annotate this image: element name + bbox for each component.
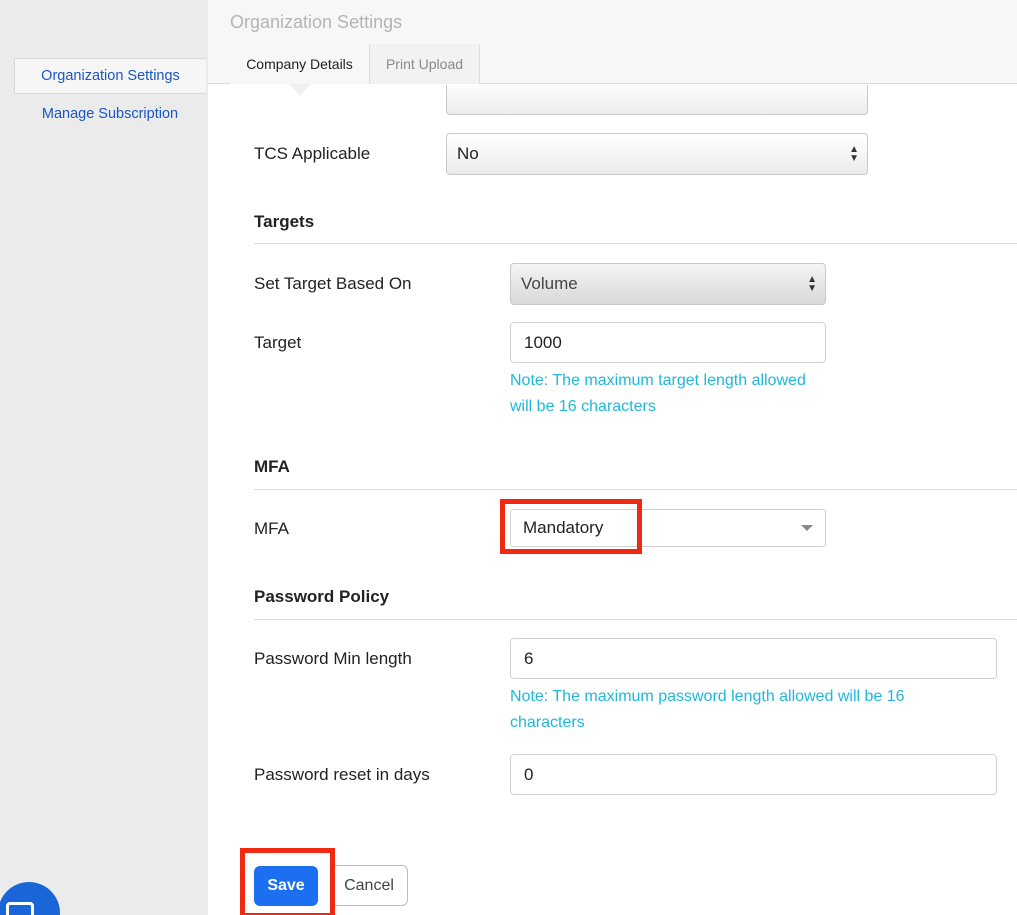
mfa-highlight-box [500,499,642,554]
divider [254,489,1017,490]
password-min-length-label: Password Min length [254,649,412,668]
chat-button[interactable] [0,882,60,915]
tab-print-upload[interactable]: Print Upload [370,44,480,84]
header: Organization Settings Company Details Pr… [208,0,1017,84]
sidebar-item-organization-settings[interactable]: Organization Settings [14,58,206,94]
page-title: Organization Settings [230,12,403,32]
cancel-button[interactable]: Cancel [330,865,408,906]
settings-form: TCS Applicable No ▲ ▼ Targets Set Target … [208,85,1017,915]
sidebar-item-manage-subscription[interactable]: Manage Subscription [14,96,206,132]
target-label: Target [254,333,302,352]
password-min-length-input[interactable]: 6 [510,638,997,679]
password-reset-days-value: 0 [524,764,534,784]
tcs-value: No [457,144,479,163]
password-length-note: Note: The maximum password length allowe… [510,688,905,731]
scrolled-field[interactable] [446,85,868,115]
targets-heading: Targets [254,212,315,231]
mfa-heading: MFA [254,457,290,476]
tab-company-details[interactable]: Company Details [230,44,370,84]
save-highlight-box [240,848,335,915]
password-min-length-value: 6 [524,648,534,668]
chevron-down-icon [801,525,813,531]
chat-icon [6,902,34,915]
target-basis-value: Volume [521,274,578,293]
password-reset-days-label: Password reset in days [254,765,430,784]
sidebar: Organization Settings Manage Subscriptio… [0,0,208,915]
divider [254,619,1017,620]
password-reset-days-input[interactable]: 0 [510,754,997,795]
mfa-label: MFA [254,519,289,538]
target-input[interactable]: 1000 [510,322,826,363]
target-note: Note: The maximum target length allowed … [510,372,806,415]
target-basis-select[interactable]: Volume ▲ ▼ [510,263,826,305]
password-policy-heading: Password Policy [254,587,390,606]
tcs-select[interactable]: No ▲ ▼ [446,133,868,175]
target-value: 1000 [524,332,562,352]
updown-arrows-icon: ▲ ▼ [849,144,859,164]
target-basis-label: Set Target Based On [254,274,412,293]
divider [254,243,1017,244]
tcs-label: TCS Applicable [254,144,371,163]
updown-arrows-icon: ▲ ▼ [807,274,817,294]
